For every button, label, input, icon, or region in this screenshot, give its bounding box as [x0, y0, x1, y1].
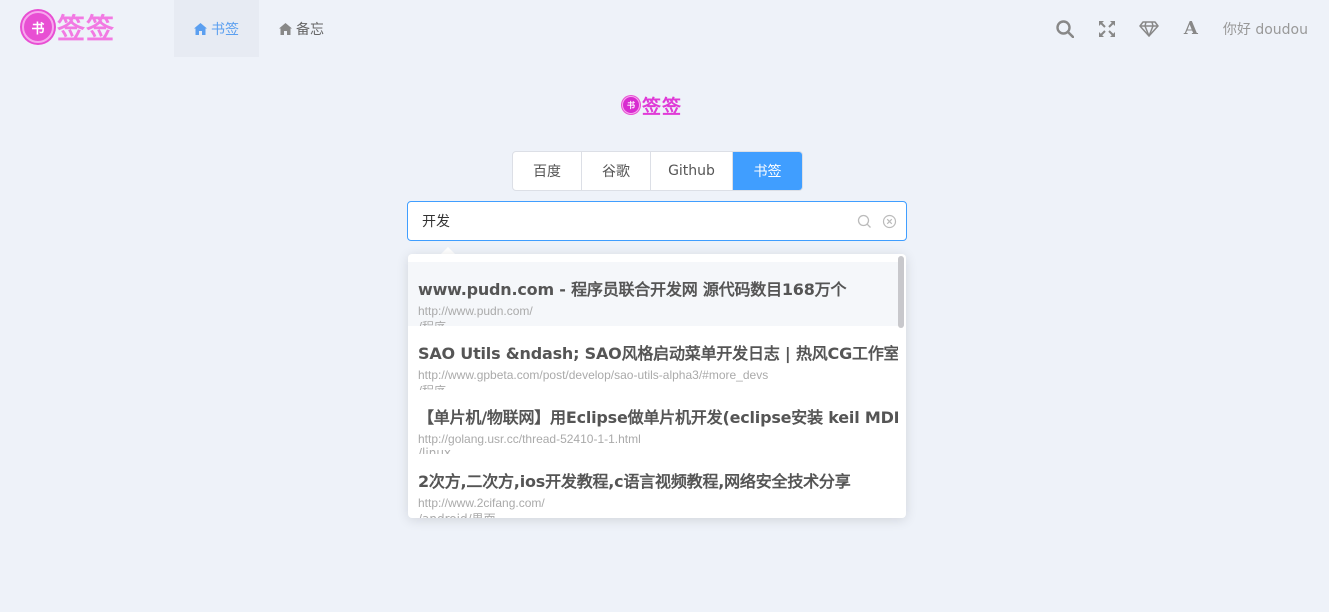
- suggestion-title: SAO Utils &ndash; SAO风格启动菜单开发日志 | 热风CG工作…: [418, 344, 898, 363]
- logo-text: 签签: [57, 12, 116, 45]
- top-header: 书 签签 书签 备忘 A 你好 doudou: [0, 0, 1329, 57]
- suggestion-title: www.pudn.com - 程序员联合开发网 源代码数目168万个: [418, 280, 847, 299]
- home-icon: [194, 22, 207, 35]
- tab-baidu[interactable]: 百度: [513, 152, 582, 190]
- suggestion-url: http://www.gpbeta.com/post/develop/sao-u…: [418, 368, 769, 382]
- suggestion-path: /程序: [418, 318, 446, 326]
- nav-item-memo[interactable]: 备忘: [259, 0, 344, 57]
- suggestion-title: 【单片机/物联网】用Eclipse做单片机开发(eclipse安装 keil M…: [418, 408, 898, 427]
- suggestion-path: /android/界面: [418, 510, 496, 518]
- nav-item-bookmarks[interactable]: 书签: [174, 0, 259, 57]
- center-logo: 书 签签: [622, 93, 683, 118]
- logo-badge: 书: [22, 11, 54, 43]
- clear-icon[interactable]: [882, 214, 897, 234]
- suggestion-path: /linux: [418, 446, 452, 454]
- suggestion-url: http://golang.usr.cc/thread-52410-1-1.ht…: [418, 432, 641, 446]
- main-nav: 书签 备忘: [174, 0, 344, 57]
- search-icon[interactable]: [857, 214, 872, 234]
- diamond-icon[interactable]: [1139, 19, 1159, 39]
- user-greeting[interactable]: 你好 doudou: [1223, 19, 1308, 39]
- dropdown-scrollbar[interactable]: [898, 256, 904, 328]
- nav-item-label: 书签: [211, 21, 239, 38]
- logo-text: 签签: [642, 95, 683, 118]
- suggestion-path: /程序: [418, 382, 446, 390]
- tab-bookmarks[interactable]: 书签: [733, 152, 802, 190]
- suggestion-url: http://www.pudn.com/: [418, 304, 533, 318]
- header-toolbar: A 你好 doudou: [1055, 0, 1308, 57]
- tab-google[interactable]: 谷歌: [582, 152, 651, 190]
- tab-github[interactable]: Github: [651, 152, 733, 190]
- search-engine-tabs: 百度 谷歌 Github 书签: [512, 151, 803, 191]
- font-icon[interactable]: A: [1181, 18, 1201, 39]
- fullscreen-icon[interactable]: [1097, 19, 1117, 39]
- suggestion-item[interactable]: 【单片机/物联网】用Eclipse做单片机开发(eclipse安装 keil M…: [408, 390, 898, 454]
- suggestion-item[interactable]: SAO Utils &ndash; SAO风格启动菜单开发日志 | 热风CG工作…: [408, 326, 898, 390]
- suggestion-url: http://www.2cifang.com/: [418, 496, 545, 510]
- search-icon[interactable]: [1055, 19, 1075, 39]
- dropdown-arrow: [441, 247, 455, 254]
- suggestion-item[interactable]: 2次方,二次方,ios开发教程,c语言视频教程,网络安全技术分享 http://…: [408, 454, 898, 518]
- suggestion-dropdown: www.pudn.com - 程序员联合开发网 源代码数目168万个 http:…: [408, 254, 906, 518]
- search-input[interactable]: [422, 202, 842, 240]
- suggestion-item[interactable]: www.pudn.com - 程序员联合开发网 源代码数目168万个 http:…: [408, 262, 898, 326]
- logo-badge: 书: [622, 96, 640, 114]
- search-box: [407, 201, 907, 241]
- home-icon: [279, 22, 292, 35]
- app-logo[interactable]: 书 签签: [22, 9, 115, 45]
- suggestion-title: 2次方,二次方,ios开发教程,c语言视频教程,网络安全技术分享: [418, 472, 851, 491]
- nav-item-label: 备忘: [296, 21, 324, 38]
